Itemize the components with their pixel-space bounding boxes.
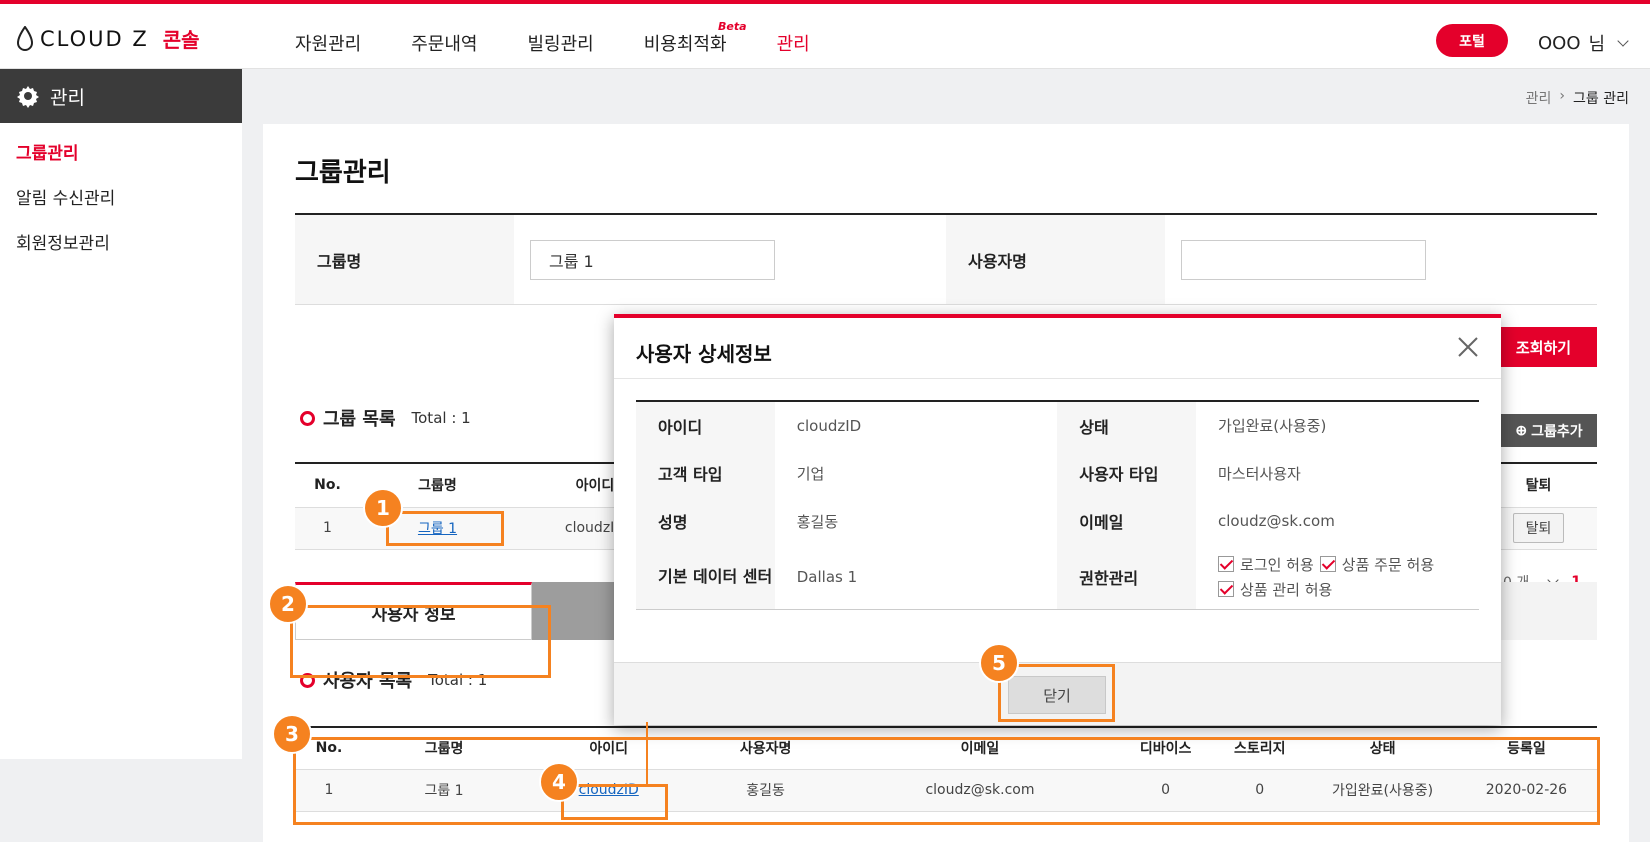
name-label: 성명 [636,497,775,545]
perm-manage-label: 상품 관리 허용 [1240,580,1333,599]
customer-type-label: 고객 타입 [636,449,775,497]
sidebar-item-member-info[interactable]: 회원정보관리 [0,219,242,264]
logo-subtitle: 콘솔 [162,28,200,52]
row-no: 1 [295,507,360,550]
perm-order-label: 상품 주문 허용 [1341,555,1435,574]
sidebar-item-alerts[interactable]: 알림 수신관리 [0,174,242,219]
logo[interactable]: CLOUD Z 콘솔 [16,24,200,53]
annotation-highlight-1 [386,511,504,546]
breadcrumb-parent[interactable]: 관리 [1526,88,1552,108]
id-value: cloudzID [796,416,862,435]
user-name-label: 사용자명 [946,215,1165,304]
checkbox-checked-icon [1218,581,1235,598]
user-name-cell [1165,215,1597,304]
datacenter-label: 기본 데이터 센터 [636,545,775,609]
status-label: 상태 [1057,401,1197,449]
user-name: OOO [1538,32,1581,54]
breadcrumb: 관리 › 그룹 관리 [1526,88,1629,108]
add-group-button[interactable]: ⊕ 그룹추가 [1501,414,1597,447]
user-menu[interactable]: OOO 님 [1538,30,1629,56]
user-detail-grid: 아이디 cloudzID 상태 가입완료(사용중) 고객 타입 기업 사용자 타… [636,400,1479,610]
perm-manage-checkbox[interactable]: 상품 관리 허용 [1218,579,1332,600]
menu-billing[interactable]: 빌링관리 [528,30,594,56]
menu-cost-label: 비용최적화 [643,34,727,55]
user-type-label: 사용자 타입 [1057,449,1197,497]
datacenter-value: Dallas 1 [796,567,858,586]
checkbox-checked-icon [1319,556,1336,573]
user-type-value: 마스터사용자 [1218,464,1301,483]
top-navigation-bar: CLOUD Z 콘솔 자원관리 주문내역 빌링관리 비용최적화 Beta 관리 … [0,0,1650,69]
annotation-badge-4: 4 [539,762,579,802]
chevron-down-icon [1617,35,1629,47]
perm-login-checkbox[interactable]: 로그인 허용 [1218,554,1314,575]
sidebar-item-group[interactable]: 그룹관리 [0,129,242,174]
section-bullet-icon [300,410,315,426]
portal-button[interactable]: 포털 [1436,24,1508,57]
annotation-badge-1: 1 [363,488,403,528]
email-label: 이메일 [1057,497,1197,545]
permission-list: 로그인 허용 상품 주문 허용 상품 관리 허용 [1218,554,1468,600]
search-form: 그룹명 사용자명 [295,213,1597,305]
page-title: 그룹관리 [295,158,391,188]
breadcrumb-separator: › [1559,88,1566,104]
checkbox-checked-icon [1218,556,1235,573]
gear-icon [17,86,39,108]
add-group-label: 그룹추가 [1531,422,1583,439]
col-no: No. [295,463,360,508]
user-name-input[interactable] [1181,239,1426,280]
group-list-label: 그룹 목록 [323,409,396,430]
leave-button[interactable]: 탈퇴 [1512,513,1565,543]
email-value: cloudz@sk.com [1218,512,1335,530]
modal-title: 사용자 상세정보 [636,342,772,366]
annotation-highlight-2 [290,605,551,678]
name-value: 홍길동 [796,512,839,531]
user-suffix: 님 [1588,34,1606,55]
close-icon[interactable] [1457,336,1479,358]
annotation-badge-3: 3 [272,714,312,754]
id-label: 아이디 [636,401,775,449]
logo-text: CLOUD Z [40,26,149,51]
sidebar-title: 관리 [50,86,85,109]
perm-order-checkbox[interactable]: 상품 주문 허용 [1319,554,1435,575]
group-list-total: Total : 1 [411,409,471,427]
permission-cell: 로그인 허용 상품 주문 허용 상품 관리 허용 [1196,545,1479,609]
sidebar: 관리 그룹관리 알림 수신관리 회원정보관리 [0,69,242,759]
group-list-title: 그룹 목록 Total : 1 [300,405,471,431]
group-name-label: 그룹명 [295,215,514,304]
plus-circle-icon: ⊕ [1515,422,1528,438]
cloudz-logo-icon [16,25,34,51]
search-button[interactable]: 조회하기 [1490,327,1597,367]
menu-admin[interactable]: 관리 [777,30,810,56]
perm-login-label: 로그인 허용 [1240,555,1314,574]
sidebar-header: 관리 [0,69,242,123]
modal-divider [614,378,1501,379]
beta-badge: Beta [718,20,747,33]
menu-orders[interactable]: 주문내역 [411,30,477,56]
main-menu: 자원관리 주문내역 빌링관리 비용최적화 Beta 관리 [295,20,860,56]
permission-label: 권한관리 [1057,545,1197,609]
group-name-cell [514,215,946,304]
menu-cost-optimization[interactable]: 비용최적화 Beta [643,20,747,56]
customer-type-value: 기업 [796,464,825,483]
sidebar-list: 그룹관리 알림 수신관리 회원정보관리 [0,123,242,264]
annotation-badge-5: 5 [979,643,1019,683]
annotation-highlight-3 [293,737,1600,825]
breadcrumb-current: 그룹 관리 [1573,91,1629,107]
group-name-input[interactable] [530,239,775,280]
annotation-badge-2: 2 [268,584,308,624]
status-value: 가입완료(사용중) [1218,417,1327,435]
menu-resource[interactable]: 자원관리 [295,30,361,56]
